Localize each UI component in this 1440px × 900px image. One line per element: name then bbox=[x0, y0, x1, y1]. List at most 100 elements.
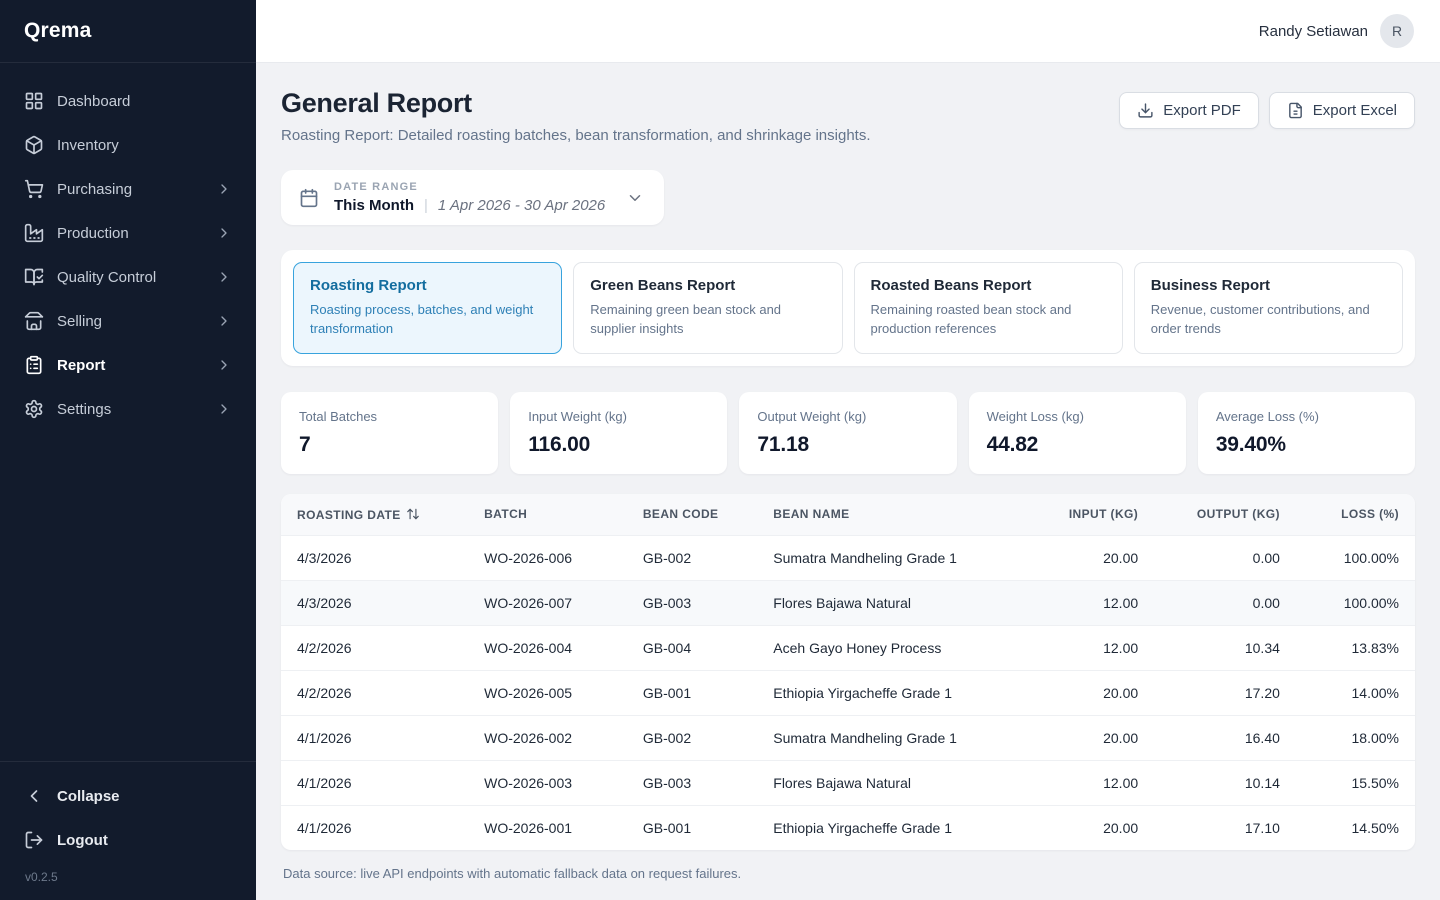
table-cell-bean-code: GB-004 bbox=[627, 625, 757, 670]
collapse-button[interactable]: Collapse bbox=[14, 776, 242, 816]
table-row: 4/1/2026WO-2026-001GB-001Ethiopia Yirgac… bbox=[281, 805, 1415, 850]
table-cell-output-kg: 10.34 bbox=[1154, 625, 1296, 670]
table-cell-roasting-date: 4/1/2026 bbox=[281, 805, 468, 850]
table-cell-bean-name: Sumatra Mandheling Grade 1 bbox=[757, 535, 1018, 580]
export-excel-label: Export Excel bbox=[1313, 102, 1397, 119]
column-header-batch: BATCH bbox=[468, 494, 627, 536]
date-range-value: 1 Apr 2026 - 30 Apr 2026 bbox=[438, 197, 605, 214]
export-pdf-button[interactable]: Export PDF bbox=[1119, 92, 1259, 129]
sidebar-item-label: Dashboard bbox=[57, 93, 130, 110]
roasting-table: ROASTING DATEBATCHBEAN CODEBEAN NAMEINPU… bbox=[281, 494, 1415, 850]
sidebar-item-quality-control[interactable]: Quality Control bbox=[14, 257, 242, 297]
table-cell-output-kg: 0.00 bbox=[1154, 580, 1296, 625]
date-range-label: DATE RANGE bbox=[334, 181, 605, 193]
file-icon bbox=[1287, 102, 1304, 119]
report-tab-business-report[interactable]: Business Report Revenue, customer contrib… bbox=[1134, 262, 1403, 354]
table-cell-batch: WO-2026-003 bbox=[468, 760, 627, 805]
table-cell-input-kg: 20.00 bbox=[1018, 535, 1154, 580]
logout-button[interactable]: Logout bbox=[14, 820, 242, 860]
report-tab-title: Green Beans Report bbox=[590, 277, 825, 294]
report-tab-title: Business Report bbox=[1151, 277, 1386, 294]
sidebar-item-label: Selling bbox=[57, 313, 102, 330]
sidebar-item-label: Quality Control bbox=[57, 269, 156, 286]
table-cell-loss: 15.50% bbox=[1296, 760, 1415, 805]
sidebar-item-production[interactable]: Production bbox=[14, 213, 242, 253]
chevron-right-icon bbox=[216, 401, 232, 417]
chevron-left-icon bbox=[24, 786, 44, 806]
table-cell-batch: WO-2026-002 bbox=[468, 715, 627, 760]
stat-card-weight-loss-kg: Weight Loss (kg)44.82 bbox=[969, 392, 1186, 474]
page-title: General Report bbox=[281, 88, 871, 119]
download-icon bbox=[1137, 102, 1154, 119]
table-cell-bean-code: GB-002 bbox=[627, 535, 757, 580]
report-tab-green-beans-report[interactable]: Green Beans ReportRemaining green bean s… bbox=[573, 262, 842, 354]
report-tab-roasting-report[interactable]: Roasting ReportRoasting process, batches… bbox=[293, 262, 562, 354]
sidebar-item-purchasing[interactable]: Purchasing bbox=[14, 169, 242, 209]
sidebar-item-label: Settings bbox=[57, 401, 111, 418]
table-cell-output-kg: 10.14 bbox=[1154, 760, 1296, 805]
column-header-loss: LOSS (%) bbox=[1296, 494, 1415, 536]
chevron-right-icon bbox=[216, 181, 232, 197]
table-cell-bean-code: GB-001 bbox=[627, 670, 757, 715]
dashboard-icon bbox=[24, 91, 44, 111]
topbar: Randy Setiawan R bbox=[256, 0, 1440, 63]
table-header-row: ROASTING DATEBATCHBEAN CODEBEAN NAMEINPU… bbox=[281, 494, 1415, 536]
stat-value: 39.40% bbox=[1216, 433, 1397, 457]
gear-icon bbox=[24, 399, 44, 419]
table-cell-batch: WO-2026-001 bbox=[468, 805, 627, 850]
table-row: 4/3/2026WO-2026-006GB-002Sumatra Mandhel… bbox=[281, 535, 1415, 580]
table-cell-input-kg: 12.00 bbox=[1018, 760, 1154, 805]
cart-icon bbox=[24, 179, 44, 199]
sidebar-item-label: Purchasing bbox=[57, 181, 132, 198]
date-range-selector[interactable]: DATE RANGE This Month | 1 Apr 2026 - 30 … bbox=[281, 170, 664, 225]
date-range-separator: | bbox=[424, 197, 428, 214]
sidebar-item-dashboard[interactable]: Dashboard bbox=[14, 81, 242, 121]
table-cell-loss: 14.50% bbox=[1296, 805, 1415, 850]
column-header-roasting-date[interactable]: ROASTING DATE bbox=[281, 494, 468, 536]
sidebar-item-settings[interactable]: Settings bbox=[14, 389, 242, 429]
table-cell-input-kg: 12.00 bbox=[1018, 580, 1154, 625]
table-row: 4/2/2026WO-2026-005GB-001Ethiopia Yirgac… bbox=[281, 670, 1415, 715]
main-area: Randy Setiawan R General Report Roasting… bbox=[256, 0, 1440, 900]
table-cell-input-kg: 20.00 bbox=[1018, 805, 1154, 850]
table-cell-roasting-date: 4/1/2026 bbox=[281, 715, 468, 760]
logout-label: Logout bbox=[57, 832, 108, 849]
column-header-output-kg: OUTPUT (KG) bbox=[1154, 494, 1296, 536]
table-cell-bean-code: GB-001 bbox=[627, 805, 757, 850]
table-cell-bean-code: GB-003 bbox=[627, 760, 757, 805]
sidebar-item-report[interactable]: Report bbox=[14, 345, 242, 385]
table-cell-output-kg: 0.00 bbox=[1154, 535, 1296, 580]
table-cell-output-kg: 17.20 bbox=[1154, 670, 1296, 715]
table-cell-batch: WO-2026-007 bbox=[468, 580, 627, 625]
sidebar-item-label: Report bbox=[57, 357, 105, 374]
chevron-right-icon bbox=[216, 313, 232, 329]
sidebar-item-selling[interactable]: Selling bbox=[14, 301, 242, 341]
date-range-preset: This Month bbox=[334, 197, 414, 214]
page-content: General Report Roasting Report: Detailed… bbox=[256, 63, 1440, 900]
data-source-note: Data source: live API endpoints with aut… bbox=[283, 866, 1413, 881]
stat-label: Output Weight (kg) bbox=[757, 409, 938, 424]
report-tab-roasted-beans-report[interactable]: Roasted Beans ReportRemaining roasted be… bbox=[854, 262, 1123, 354]
stat-card-output-weight-kg: Output Weight (kg)71.18 bbox=[739, 392, 956, 474]
table-cell-input-kg: 20.00 bbox=[1018, 715, 1154, 760]
sidebar-item-label: Inventory bbox=[57, 137, 119, 154]
table-cell-roasting-date: 4/3/2026 bbox=[281, 535, 468, 580]
table-cell-bean-name: Flores Bajawa Natural bbox=[757, 760, 1018, 805]
avatar[interactable]: R bbox=[1380, 14, 1414, 48]
export-excel-button[interactable]: Export Excel bbox=[1269, 92, 1415, 129]
table-cell-roasting-date: 4/2/2026 bbox=[281, 625, 468, 670]
report-tab-description: Revenue, customer contributions, and ord… bbox=[1151, 301, 1386, 339]
table-row: 4/3/2026WO-2026-007GB-003Flores Bajawa N… bbox=[281, 580, 1415, 625]
sort-icon bbox=[406, 507, 420, 521]
sidebar-item-inventory[interactable]: Inventory bbox=[14, 125, 242, 165]
logo-container: Qrema bbox=[0, 0, 256, 63]
chevron-down-icon bbox=[626, 189, 644, 207]
stat-label: Average Loss (%) bbox=[1216, 409, 1397, 424]
table-cell-loss: 18.00% bbox=[1296, 715, 1415, 760]
user-menu[interactable]: Randy Setiawan R bbox=[1259, 14, 1414, 48]
report-tab-title: Roasted Beans Report bbox=[871, 277, 1106, 294]
stat-value: 44.82 bbox=[987, 433, 1168, 457]
table-row: 4/1/2026WO-2026-002GB-002Sumatra Mandhel… bbox=[281, 715, 1415, 760]
table-cell-batch: WO-2026-004 bbox=[468, 625, 627, 670]
store-icon bbox=[24, 311, 44, 331]
